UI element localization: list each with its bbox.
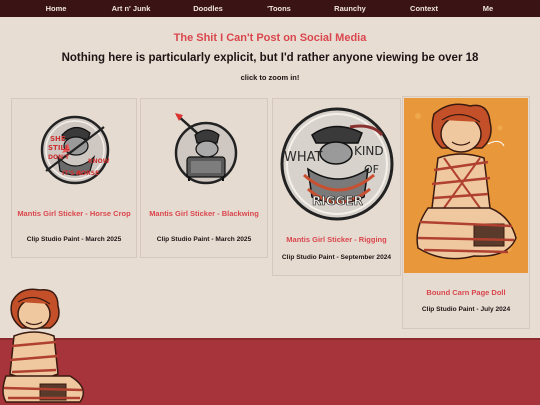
- sticker-text-kind: KIND: [354, 144, 384, 158]
- card-title: Mantis Girl Sticker - Rigging: [286, 235, 387, 244]
- nav-art-n-junk[interactable]: Art n' Junk: [112, 0, 151, 17]
- gallery-card-rigging[interactable]: WHAT KIND OF RIGGER Mantis Girl Sticker …: [272, 98, 401, 276]
- gallery-card-blackwing[interactable]: Mantis Girl Sticker - Blackwing Clip Stu…: [140, 98, 268, 258]
- artwork-image-bound-carn[interactable]: [404, 98, 528, 273]
- zoom-hint: click to zoom in!: [240, 73, 300, 82]
- sticker-text-horse: HORSE: [76, 170, 99, 177]
- nav-context[interactable]: Context: [410, 0, 438, 17]
- sticker-text-rigger: RIGGER: [312, 194, 363, 208]
- gallery-card-horse-crop[interactable]: SHE STILL DON'T KNOW IT'S A HORSE Mantis…: [11, 98, 137, 258]
- sticker-text-she: SHE: [50, 135, 66, 143]
- sticker-text-of: OF: [364, 163, 379, 176]
- nav-home[interactable]: Home: [46, 0, 67, 17]
- page-title: The Shit I Can't Post on Social Media: [173, 32, 367, 44]
- card-title: Mantis Girl Sticker - Horse Crop: [17, 209, 131, 218]
- nav-me[interactable]: Me: [483, 0, 493, 17]
- sticker-image-horse-crop[interactable]: SHE STILL DON'T KNOW IT'S A HORSE: [38, 113, 112, 187]
- mascot-illustration: [2, 288, 85, 403]
- card-title-bound-carn: Bound Carn Page Doll: [426, 288, 506, 297]
- nav-toons[interactable]: 'Toons: [267, 0, 291, 17]
- sticker-text-know: KNOW: [88, 158, 110, 165]
- card-meta: Clip Studio Paint - September 2024: [281, 254, 392, 261]
- sticker-text-still: STILL: [48, 144, 70, 152]
- card-title: Mantis Girl Sticker - Blackwing: [149, 209, 259, 218]
- card-meta: Clip Studio Paint - March 2025: [26, 236, 122, 243]
- sticker-image-blackwing[interactable]: [169, 109, 243, 187]
- page-subtitle: Nothing here is particularly explicit, b…: [61, 52, 479, 64]
- sticker-text-dont: DON'T: [48, 154, 70, 161]
- top-nav: Home Art n' Junk Doodles 'Toons Raunchy …: [0, 0, 540, 17]
- nav-raunchy[interactable]: Raunchy: [334, 0, 366, 17]
- card-meta: Clip Studio Paint - March 2025: [156, 236, 252, 243]
- sticker-text-what: WHAT: [284, 150, 323, 165]
- nav-doodles[interactable]: Doodles: [193, 0, 223, 17]
- card-meta-bound-carn: Clip Studio Paint - July 2024: [421, 306, 511, 313]
- sticker-image-rigging[interactable]: WHAT KIND OF RIGGER: [278, 105, 396, 223]
